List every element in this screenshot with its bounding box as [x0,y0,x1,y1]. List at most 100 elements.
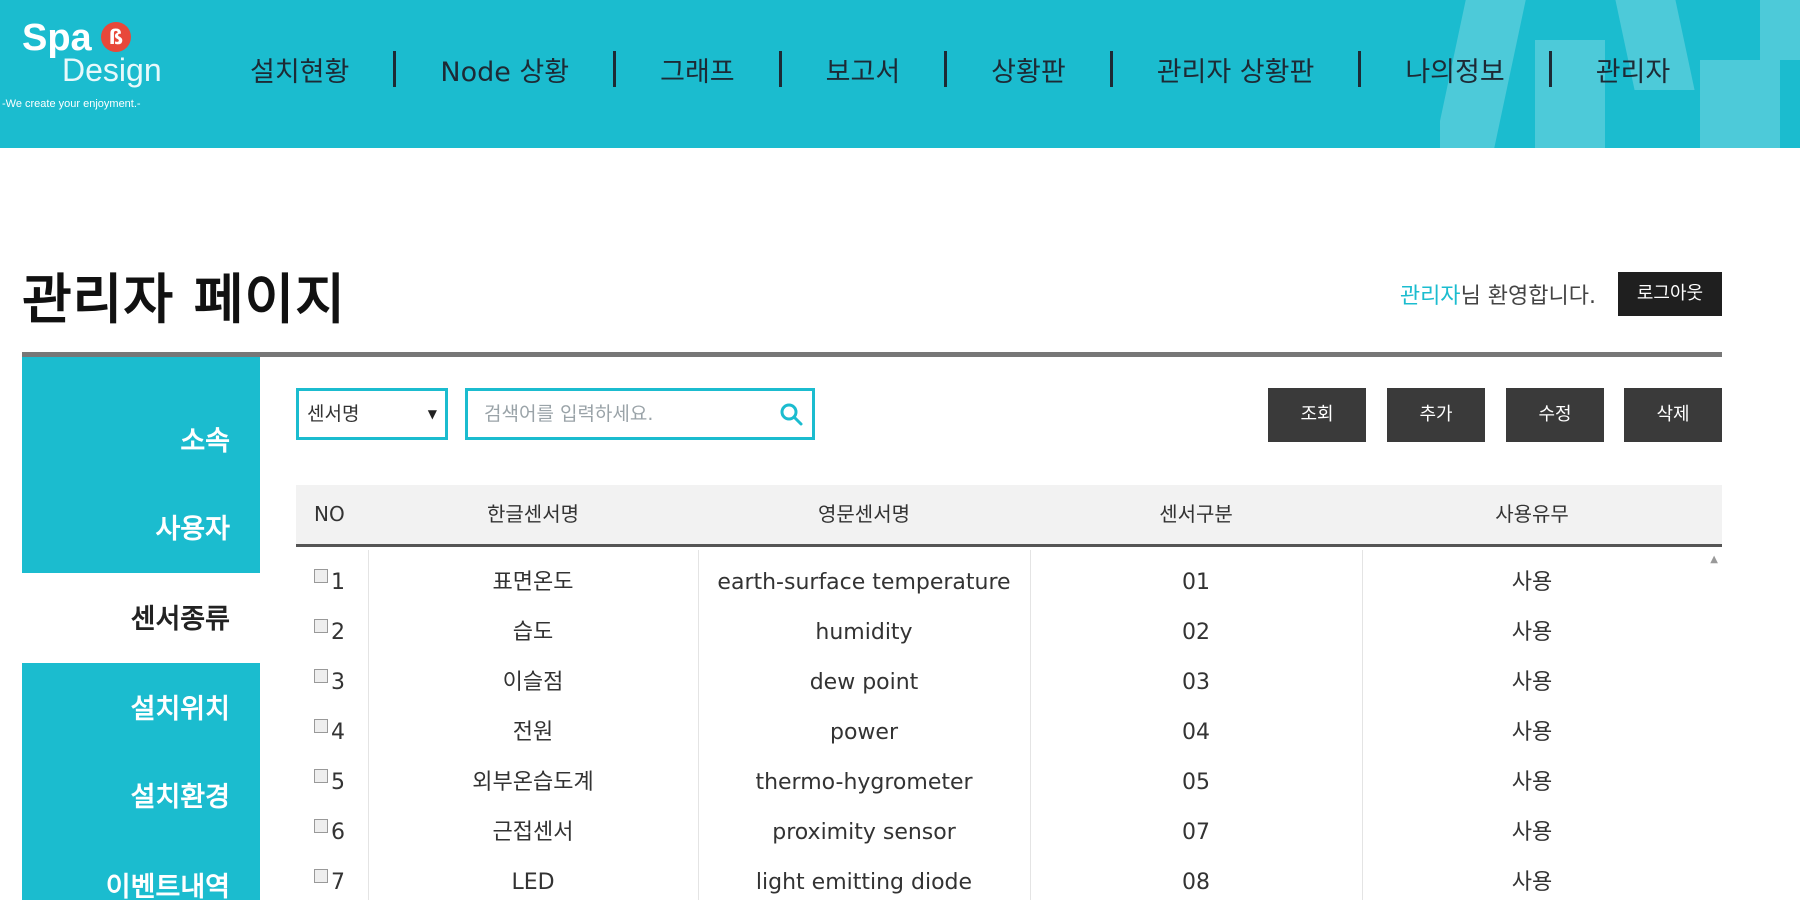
nav-separator [1358,51,1362,87]
sidebar-item-install-environment[interactable]: 설치환경 [131,775,230,814]
row-no: 7 [331,870,345,895]
welcome-suffix: 님 환영합니다. [1460,284,1596,309]
nav-admin-dashboard[interactable]: 관리자 상황판 [1157,50,1315,89]
row-in-use: 사용 [1511,770,1553,795]
row-checkbox[interactable] [314,819,328,833]
row-english-name: dew point [809,670,919,695]
row-in-use: 사용 [1511,820,1553,845]
table-scrollbar[interactable]: ▲ [1702,550,1722,900]
table-row[interactable]: 1 표면온도 earth-surface temperature 01 사용 [296,558,1702,608]
column-header-in-use[interactable]: 사용유무 [1362,485,1702,544]
row-checkbox[interactable] [314,619,328,633]
column-header-category[interactable]: 센서구분 [1030,485,1362,544]
table-row[interactable]: 7 LED light emitting diode 08 사용 [296,858,1702,908]
table-row[interactable]: 4 전원 power 04 사용 [296,708,1702,758]
row-category: 08 [1182,870,1210,895]
row-checkbox[interactable] [314,869,328,883]
admin-sidebar: 소속 사용자 센서종류 설치위치 설치환경 이벤트내역 [22,357,260,903]
sensor-table-body: 1 표면온도 earth-surface temperature 01 사용 2… [296,550,1722,900]
row-english-name: humidity [815,620,913,645]
search-icon[interactable] [778,401,804,427]
sidebar-item-event-history[interactable]: 이벤트내역 [106,865,230,904]
scroll-up-arrow-icon[interactable]: ▲ [1710,554,1718,565]
column-header-korean-name[interactable]: 한글센서명 [368,485,698,544]
search-category-value: 센서명 [307,403,360,425]
row-english-name: thermo-hygrometer [755,770,973,795]
row-checkbox[interactable] [314,769,328,783]
nav-node-status[interactable]: Node 상황 [440,50,569,89]
nav-separator [1109,51,1113,87]
search-input[interactable] [468,391,768,437]
sidebar-item-sensor-types[interactable]: 센서종류 [131,597,230,636]
spab-design-logo[interactable]: Spa ß Design -We create your enjoyment.- [2,16,192,126]
nav-separator [393,51,397,87]
query-button[interactable]: 조회 [1268,388,1366,442]
add-button[interactable]: 추가 [1387,388,1485,442]
row-category: 07 [1182,820,1210,845]
column-header-no[interactable]: NO [314,485,364,544]
row-category: 04 [1182,720,1210,745]
search-category-select[interactable]: 센서명 ▼ [296,388,448,440]
row-korean-name: 전원 [512,720,554,745]
row-category: 01 [1182,570,1210,595]
nav-separator [944,51,948,87]
row-no-cell: 2 [314,608,364,658]
logo-word-design: Design [62,52,162,88]
welcome-message: 관리자님 환영합니다. [1400,278,1596,310]
row-in-use: 사용 [1511,670,1553,695]
logo-mark: ß [101,22,131,52]
row-no: 6 [331,820,345,845]
row-korean-name: 외부온습도계 [472,770,594,795]
row-no-cell: 1 [314,558,364,608]
sidebar-item-install-location[interactable]: 설치위치 [131,687,230,726]
row-category: 03 [1182,670,1210,695]
row-korean-name: 이슬점 [502,670,564,695]
nav-admin[interactable]: 관리자 [1596,50,1671,89]
sidebar-item-users[interactable]: 사용자 [155,507,230,546]
page-title: 관리자 페이지 [22,268,346,331]
row-no: 4 [331,720,345,745]
title-divider [22,352,1722,357]
row-no-cell: 5 [314,758,364,808]
row-no: 2 [331,620,345,645]
nav-my-info[interactable]: 나의정보 [1405,50,1504,89]
nav-install-status[interactable]: 설치현황 [250,50,349,89]
table-row[interactable]: 3 이슬점 dew point 03 사용 [296,658,1702,708]
row-in-use: 사용 [1511,570,1553,595]
table-row[interactable]: 6 근접센서 proximity sensor 07 사용 [296,808,1702,858]
nav-report[interactable]: 보고서 [826,50,901,89]
main-nav: 설치현황 Node 상황 그래프 보고서 상황판 관리자 상황판 나의정보 관리… [250,42,1670,96]
row-in-use: 사용 [1511,870,1553,895]
row-checkbox[interactable] [314,569,328,583]
nav-separator [1548,51,1552,87]
row-no: 3 [331,670,345,695]
sidebar-item-affiliation[interactable]: 소속 [180,419,230,458]
top-header: Spa ß Design -We create your enjoyment.-… [0,0,1800,148]
row-checkbox[interactable] [314,719,328,733]
row-checkbox[interactable] [314,669,328,683]
row-no: 1 [331,570,345,595]
row-no-cell: 3 [314,658,364,708]
delete-button[interactable]: 삭제 [1624,388,1722,442]
table-row[interactable]: 2 습도 humidity 02 사용 [296,608,1702,658]
table-row[interactable]: 5 외부온습도계 thermo-hygrometer 05 사용 [296,758,1702,808]
row-no-cell: 4 [314,708,364,758]
edit-button[interactable]: 수정 [1506,388,1604,442]
column-header-english-name[interactable]: 영문센서명 [698,485,1030,544]
row-no: 5 [331,770,345,795]
row-english-name: power [830,720,898,745]
logout-button[interactable]: 로그아웃 [1618,272,1722,316]
sensor-table-header: NO 한글센서명 영문센서명 센서구분 사용유무 [296,485,1722,547]
row-category: 02 [1182,620,1210,645]
dropdown-arrow-icon: ▼ [427,407,437,421]
row-english-name: proximity sensor [772,820,956,845]
nav-graph[interactable]: 그래프 [660,50,735,89]
row-english-name: light emitting diode [755,870,973,895]
nav-separator [613,51,617,87]
row-category: 05 [1182,770,1210,795]
row-no-cell: 6 [314,808,364,858]
row-korean-name: LED [511,870,555,895]
nav-dashboard[interactable]: 상황판 [991,50,1066,89]
nav-separator [778,51,782,87]
row-no-cell: 7 [314,858,364,908]
